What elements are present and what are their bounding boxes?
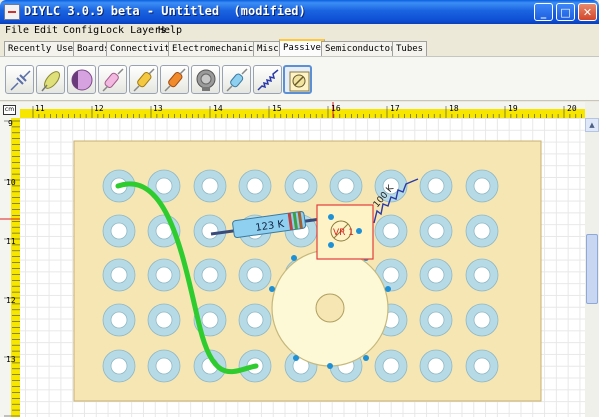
scroll-thumb[interactable] [586,234,598,304]
trimmer-potentiometer-tool[interactable] [283,65,312,94]
potentiometer-shaft [315,293,345,323]
electrolytic-capacitor-tool[interactable] [67,65,96,94]
control-point[interactable] [328,242,334,248]
ruler-label-11v: 11 [6,237,16,246]
pad [419,349,453,383]
tab-recently-used[interactable]: Recently Used [4,41,83,56]
horizontal-ruler: 11 12 13 14 15 16 17 18 19 20 [20,102,585,118]
pad [284,169,318,203]
pad [147,349,181,383]
ruler-label-15: 15 [272,104,282,113]
axial-capacitor-tool[interactable] [129,65,158,94]
component-toolbar [0,56,599,101]
pad [465,258,499,292]
pad [465,214,499,248]
capacitor-icon [10,70,31,91]
ruler-label-19: 19 [508,104,518,113]
maximize-button[interactable]: □ [556,3,575,21]
ruler-label-13v: 13 [6,355,16,364]
potentiometer-tool[interactable] [191,65,220,94]
vertical-scrollbar[interactable]: ▲ [585,102,599,417]
menu-edit[interactable]: Edit [34,25,58,36]
pad [329,169,363,203]
ruler-label-18: 18 [449,104,459,113]
ceramic-capacitor-tool[interactable] [36,65,65,94]
menu-lock-layers[interactable]: Lock Layers [100,25,166,36]
ruler-label-17: 17 [390,104,400,113]
pad [193,169,227,203]
pad [238,169,272,203]
pad [102,214,136,248]
control-point[interactable] [327,363,333,369]
axial-capacitor-icon [133,68,155,92]
pad [374,349,408,383]
control-point[interactable] [356,228,362,234]
trimmer-label: VR 1 [333,228,354,238]
ruler-label-10: 10 [6,178,16,187]
menu-bar: File Edit Config Lock Layers Help [0,24,599,39]
pad [419,258,453,292]
control-point[interactable] [328,214,334,220]
menu-help[interactable]: Help [158,25,182,36]
pad [419,303,453,337]
minimize-button[interactable]: _ [534,3,553,21]
tab-passive[interactable]: Passive [279,39,325,56]
scroll-up-button[interactable]: ▲ [585,118,599,132]
ruler-label-20: 20 [567,104,577,113]
drawing-canvas[interactable]: 123 K 100 K VR 1 [20,118,585,417]
component-tabs: Recently Used Boards Connectivity Electr… [0,39,599,56]
window-title: DIYLC 3.0.9 beta - Untitled (modified) [24,4,306,18]
control-point[interactable] [385,286,391,292]
resistor-symbol-icon [257,69,279,91]
pad [465,349,499,383]
ruler-label-12: 12 [94,104,104,113]
tab-tubes[interactable]: Tubes [392,41,428,56]
title-bar: DIYLC 3.0.9 beta - Untitled (modified) _… [0,0,599,24]
close-button[interactable]: ✕ [578,3,597,21]
ruler-label-11: 11 [35,104,45,113]
ruler-label-13: 13 [153,104,163,113]
ruler-unit-label: cm [3,105,16,115]
pad [147,258,181,292]
tantalum-capacitor-icon [164,68,186,92]
tantalum-capacitor-tool[interactable] [160,65,189,94]
pad [102,303,136,337]
pad [419,169,453,203]
pad [193,214,227,248]
vertical-ruler: 9 10 11 12 13 [0,118,20,417]
menu-file[interactable]: File [5,25,29,36]
trimmer-potentiometer-icon [289,71,310,92]
pad [193,258,227,292]
layout-drawing: 123 K 100 K VR 1 [73,140,542,402]
app-icon[interactable] [4,4,20,20]
ruler-label-14: 14 [213,104,223,113]
resistor-icon [226,68,248,92]
electrolytic-capacitor-icon [71,69,93,91]
ruler-label-16: 16 [331,104,341,113]
pad [465,303,499,337]
pad [465,169,499,203]
menu-config[interactable]: Config [63,25,99,36]
film-capacitor-tool[interactable] [98,65,127,94]
ruler-unit-toggle[interactable]: cm [0,102,20,118]
control-point[interactable] [293,355,299,361]
capacitor-tool[interactable] [5,65,34,94]
potentiometer-icon [196,69,216,91]
pad [147,303,181,337]
control-point[interactable] [363,355,369,361]
resistor-tool[interactable] [222,65,251,94]
pad [374,214,408,248]
pad [238,258,272,292]
pad [238,303,272,337]
pad [419,214,453,248]
pad [102,258,136,292]
ceramic-capacitor-icon [41,71,60,92]
ruler-label-9: 9 [8,119,13,128]
film-capacitor-icon [102,68,124,92]
control-point[interactable] [291,255,297,261]
ruler-label-12v: 12 [6,296,16,305]
resistor-symbol-tool[interactable] [253,65,282,94]
control-point[interactable] [269,286,275,292]
pad [102,349,136,383]
